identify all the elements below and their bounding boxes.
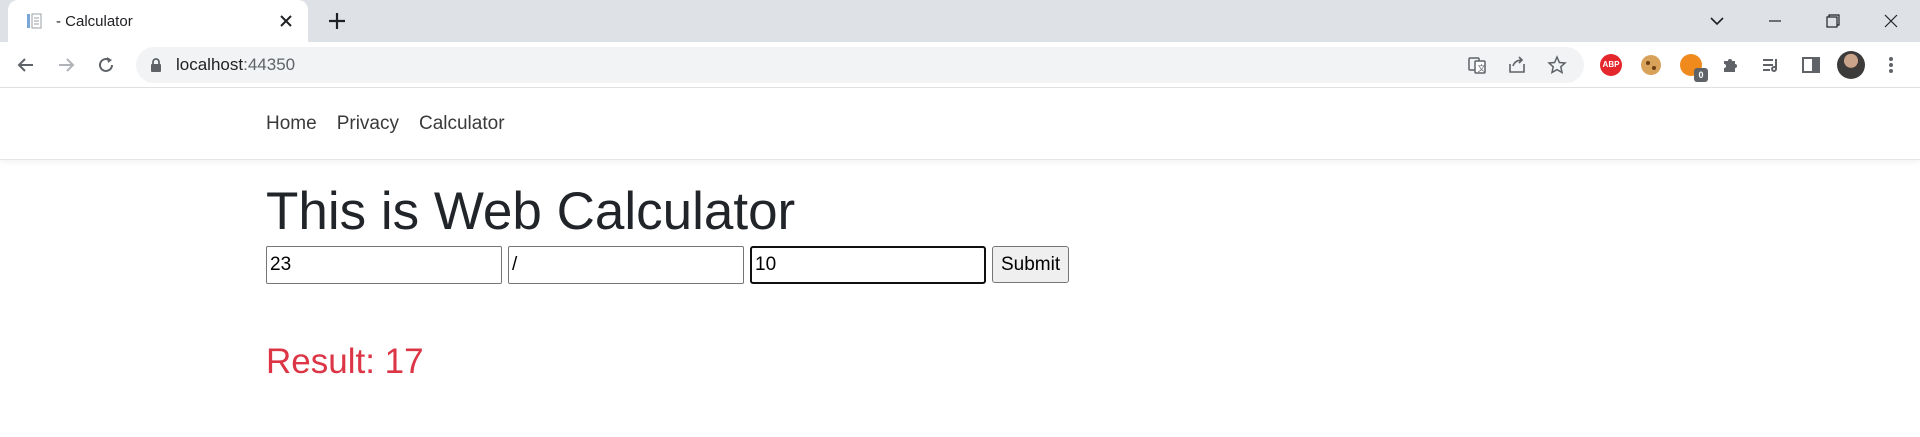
result-text: Result: 17: [266, 341, 424, 381]
extension-badge: 0: [1694, 67, 1708, 82]
page-title: This is Web Calculator: [266, 182, 796, 241]
url-text: localhost:44350: [176, 55, 1462, 75]
tab-title: - Calculator: [56, 12, 133, 30]
operand1-input[interactable]: [266, 245, 502, 284]
restore-icon[interactable]: [1804, 0, 1862, 42]
address-bar[interactable]: localhost:44350 文: [136, 46, 1584, 83]
nav-link-privacy[interactable]: Privacy: [337, 113, 399, 135]
main-content: This is Web Calculator Submit Result: 17: [0, 180, 1920, 382]
puzzle-piece-icon[interactable]: [1716, 50, 1746, 80]
adblock-label: ABP: [1600, 53, 1622, 76]
lock-icon[interactable]: [150, 57, 162, 72]
browser-tab[interactable]: - Calculator: [8, 0, 308, 42]
tab-search-icon[interactable]: [1688, 0, 1746, 42]
nav-link-calculator[interactable]: Calculator: [419, 113, 505, 135]
translate-icon[interactable]: 文: [1462, 50, 1492, 80]
site-navbar: Home Privacy Calculator: [0, 88, 1920, 160]
close-tab-icon[interactable]: [276, 11, 296, 31]
window-controls: [1688, 0, 1920, 42]
share-icon[interactable]: [1502, 50, 1532, 80]
submit-button[interactable]: Submit: [992, 246, 1070, 284]
close-window-icon[interactable]: [1862, 0, 1920, 42]
back-arrow-icon[interactable]: [6, 45, 46, 85]
document-icon: [24, 11, 44, 31]
reading-list-icon[interactable]: [1756, 50, 1786, 80]
avatar[interactable]: [1836, 50, 1866, 80]
cookie-icon[interactable]: [1636, 50, 1666, 80]
operand2-input[interactable]: [750, 245, 986, 284]
svg-text:文: 文: [1478, 63, 1486, 73]
operator-input[interactable]: [508, 245, 744, 284]
new-tab-button[interactable]: [322, 8, 352, 34]
url-port: :44350: [243, 54, 296, 74]
forward-arrow-icon[interactable]: [46, 45, 86, 85]
minimize-icon[interactable]: [1746, 0, 1804, 42]
adblock-plus-icon[interactable]: ABP: [1596, 50, 1626, 80]
extensions-bar: ABP 0: [1596, 50, 1906, 82]
browser-tabstrip: - Calculator: [0, 0, 1920, 42]
calculator-form: Submit: [266, 245, 1920, 284]
reload-icon[interactable]: [86, 45, 126, 85]
side-panel-icon[interactable]: [1796, 50, 1826, 80]
nav-link-home[interactable]: Home: [266, 113, 317, 135]
url-host: localhost: [176, 54, 244, 74]
browser-toolbar: localhost:44350 文 ABP 0: [0, 42, 1920, 88]
rss-extension-icon[interactable]: 0: [1676, 50, 1708, 82]
bookmark-star-icon[interactable]: [1542, 50, 1572, 80]
more-menu-icon[interactable]: [1876, 50, 1906, 80]
